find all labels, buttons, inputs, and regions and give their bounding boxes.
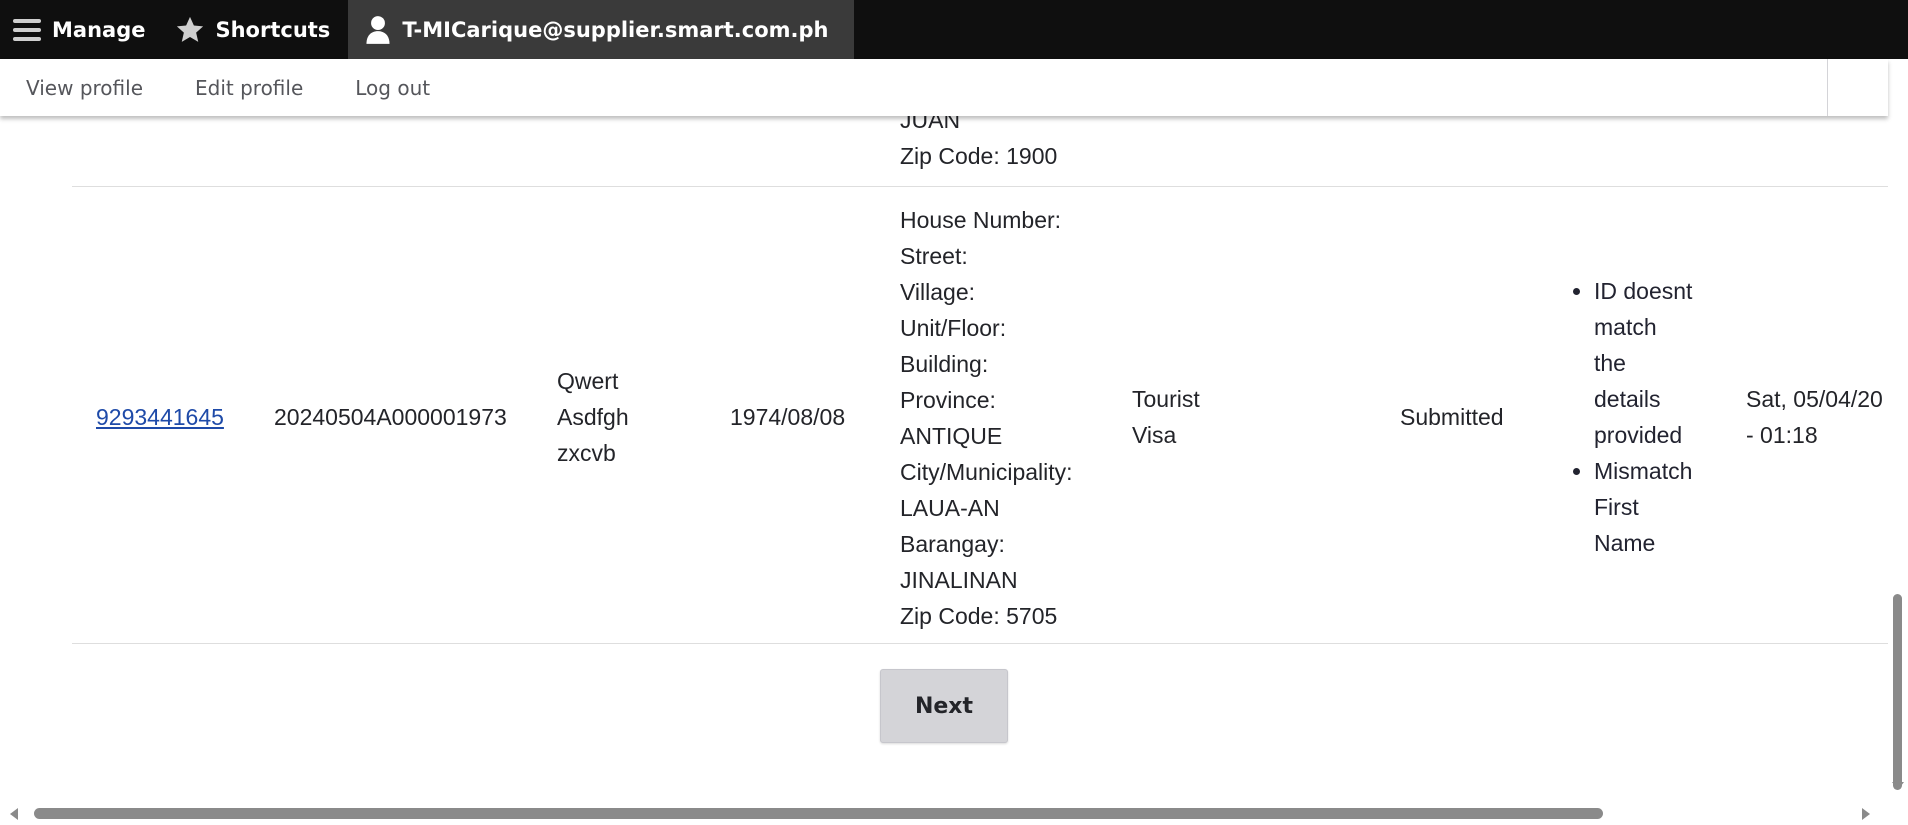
id-type-cell: Tourist Visa — [1132, 381, 1200, 453]
address-line: Zip Code: 1900 — [900, 143, 1058, 169]
previous-row-address: JUAN Zip Code: 1900 — [900, 116, 1057, 174]
remark-line: Name — [1594, 530, 1656, 556]
address-line: Building: — [900, 351, 989, 377]
reference-cell: 20240504A000001973 — [274, 404, 507, 430]
remark-item: Mismatch First Name — [1594, 453, 1718, 561]
remarks-cell: ID doesnt match the details provided Mis… — [1568, 273, 1718, 561]
main-content: JUAN Zip Code: 1900 9293441645 20240504A… — [0, 116, 1888, 802]
address-line: LAUA-AN — [900, 495, 1000, 521]
address-line: JUAN — [900, 116, 961, 133]
hamburger-menu-icon — [13, 18, 41, 41]
name-cell: Qwert Asdfgh zxcvb — [557, 363, 629, 471]
remark-line: Mismatch — [1594, 458, 1693, 484]
address-line: Zip Code: 5705 — [900, 603, 1058, 629]
msisdn-link[interactable]: 9293441645 — [96, 404, 224, 430]
scroll-left-arrow-icon[interactable] — [10, 808, 18, 820]
name-line: Asdfgh — [557, 404, 629, 430]
date-cell: Sat, 05/04/20 - 01:18 — [1746, 381, 1883, 453]
shortcuts-button[interactable]: Shortcuts — [163, 0, 348, 59]
remarks-list: ID doesnt match the details provided Mis… — [1568, 273, 1718, 561]
tray-toggle[interactable] — [1827, 59, 1888, 116]
scroll-right-arrow-icon[interactable] — [1862, 808, 1870, 820]
remark-line: details — [1594, 386, 1661, 412]
name-line: Qwert — [557, 368, 619, 394]
horizontal-scrollbar[interactable] — [0, 802, 1908, 825]
user-tray: View profile Edit profile Log out — [0, 59, 1888, 116]
address-line: Street: — [900, 243, 968, 269]
user-icon — [366, 15, 390, 44]
remark-line: provided — [1594, 422, 1683, 448]
edit-profile-link[interactable]: Edit profile — [195, 76, 303, 100]
msisdn-cell: 9293441645 — [96, 399, 224, 435]
address-line: Unit/Floor: — [900, 315, 1007, 341]
status-cell: Submitted — [1400, 404, 1504, 430]
row-divider — [72, 643, 1888, 644]
remark-item: ID doesnt match the details provided — [1594, 273, 1718, 453]
manage-label: Manage — [52, 17, 146, 42]
address-line: Village: — [900, 279, 976, 305]
next-page-button[interactable]: Next — [880, 669, 1008, 743]
remark-line: the — [1594, 350, 1626, 376]
address-line: JINALINAN — [900, 567, 1018, 593]
id-type-line: Visa — [1132, 422, 1177, 448]
address-line: City/Municipality: — [900, 459, 1073, 485]
shortcuts-label: Shortcuts — [215, 17, 331, 42]
address-line: House Number: — [900, 207, 1062, 233]
admin-toolbar: Manage Shortcuts T-MICarique@supplier.sm… — [0, 0, 1908, 59]
scroll-down-arrow-icon[interactable] — [1892, 782, 1904, 790]
birthdate-cell: 1974/08/08 — [730, 404, 846, 430]
remark-line: ID doesnt — [1594, 278, 1693, 304]
user-account-button[interactable]: T-MICarique@supplier.smart.com.ph — [348, 0, 855, 59]
address-line: ANTIQUE — [900, 423, 1003, 449]
name-line: zxcvb — [557, 440, 616, 466]
user-label: T-MICarique@supplier.smart.com.ph — [402, 17, 829, 42]
row-divider — [72, 186, 1888, 187]
date-line: - 01:18 — [1746, 422, 1818, 448]
manage-menu-button[interactable]: Manage — [0, 0, 163, 59]
address-line: Barangay: — [900, 531, 1005, 557]
vertical-scrollbar[interactable] — [1888, 59, 1908, 802]
star-icon — [177, 16, 204, 42]
log-out-link[interactable]: Log out — [355, 76, 430, 100]
horizontal-scroll-thumb[interactable] — [34, 808, 1603, 819]
address-cell: House Number: Street: Village: Unit/Floo… — [900, 202, 1073, 634]
remark-line: First — [1594, 494, 1639, 520]
date-line: Sat, 05/04/20 — [1746, 386, 1883, 412]
address-line: Province: — [900, 387, 996, 413]
view-profile-link[interactable]: View profile — [26, 76, 143, 100]
id-type-line: Tourist — [1132, 386, 1200, 412]
vertical-scroll-thumb[interactable] — [1893, 594, 1902, 790]
remark-line: match — [1594, 314, 1657, 340]
